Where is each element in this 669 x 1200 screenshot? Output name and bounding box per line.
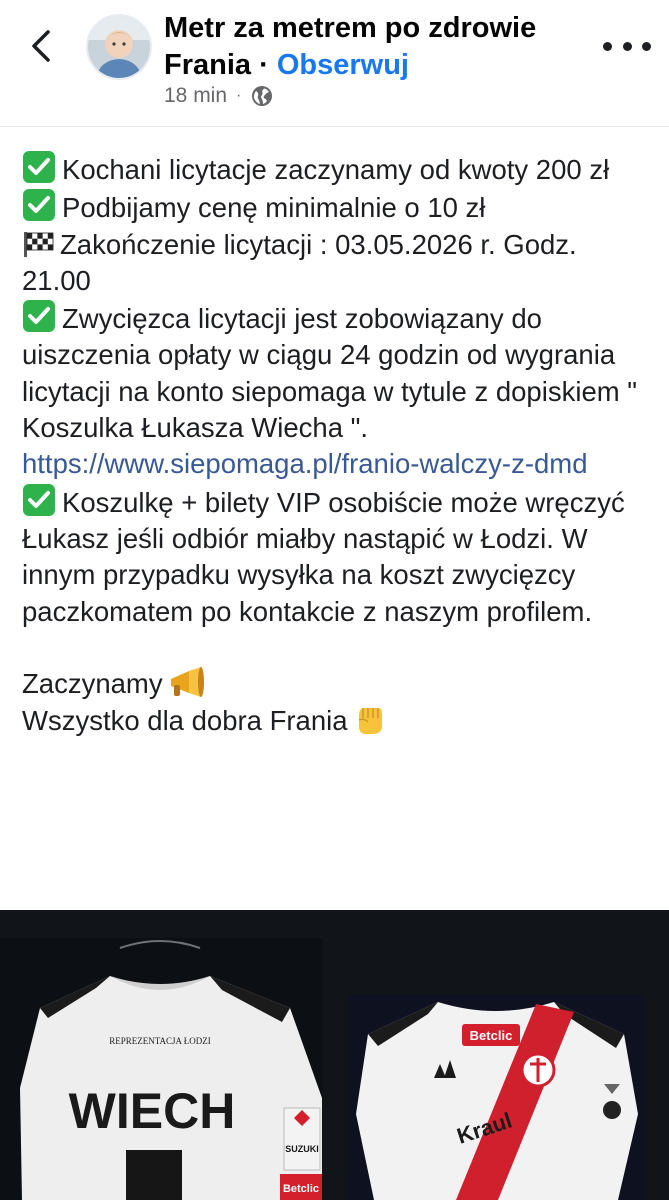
post-paragraph: Zwycięzca licytacji jest zobowiązany do … bbox=[22, 299, 652, 446]
name-separator: · bbox=[259, 49, 269, 81]
post-text: Kochani licytacje zaczynamy od kwoty 200… bbox=[22, 150, 652, 740]
photo-jersey-back[interactable]: REPREZENTACJA ŁODZI WIECH SUZUKI Betclic bbox=[0, 938, 322, 1200]
check-mark-emoji-icon bbox=[23, 151, 55, 183]
post-line-delivery: Koszulkę + bilety VIP osobiście może wrę… bbox=[22, 486, 625, 627]
checkered-flag-emoji-icon bbox=[24, 231, 54, 257]
post-paragraph: Zakończenie licytacji : 03.05.2026 r. Go… bbox=[22, 227, 652, 300]
post-time[interactable]: 18 min bbox=[164, 84, 227, 108]
post-meta: 18 min · bbox=[164, 84, 274, 108]
check-mark-emoji-icon bbox=[23, 300, 55, 333]
megaphone-emoji-icon bbox=[170, 667, 204, 698]
post-line-bid-increment: Podbijamy cenę minimalnie o 10 zł bbox=[62, 192, 486, 224]
more-dot-icon bbox=[622, 41, 632, 51]
photo-gallery: REPREZENTACJA ŁODZI WIECH SUZUKI Betclic… bbox=[0, 910, 669, 1200]
post-line-start: Zaczynamy bbox=[22, 668, 163, 700]
more-dot-icon bbox=[642, 41, 651, 51]
post-paragraph: Wszystko dla dobra Frania bbox=[22, 702, 652, 739]
avatar-photo bbox=[88, 16, 150, 78]
check-mark-emoji-icon bbox=[23, 483, 55, 516]
page-name-line: Metr za metrem po zdrowie Frania · Obser… bbox=[164, 10, 584, 84]
follow-button[interactable]: Obserwuj bbox=[277, 49, 409, 81]
post-paragraph: Koszulkę + bilety VIP osobiście może wrę… bbox=[22, 483, 652, 630]
siepomaga-link[interactable]: https://www.siepomaga.pl/franio-walczy-z… bbox=[22, 448, 587, 479]
jersey-player-name: WIECH bbox=[69, 1083, 236, 1139]
chevron-left-icon bbox=[32, 30, 50, 62]
post-paragraph: https://www.siepomaga.pl/franio-walczy-z… bbox=[22, 446, 652, 482]
post-paragraph: Kochani licytacje zaczynamy od kwoty 200… bbox=[22, 150, 652, 188]
post-line-start-price: Kochani licytacje zaczynamy od kwoty 200… bbox=[62, 154, 610, 185]
post-line-end-date: Zakończenie licytacji : 03.05.2026 r. Go… bbox=[22, 228, 577, 296]
jersey-back-image: REPREZENTACJA ŁODZI WIECH SUZUKI Betclic bbox=[0, 938, 322, 1200]
raised-fist-emoji-icon bbox=[358, 708, 382, 735]
check-mark-emoji-icon bbox=[23, 189, 55, 222]
jersey-caption-small: REPREZENTACJA ŁODZI bbox=[109, 1036, 211, 1046]
jersey-front-sponsor: Betclic bbox=[470, 1028, 513, 1043]
meta-separator: · bbox=[236, 87, 242, 104]
more-dot-icon bbox=[603, 41, 612, 51]
more-options-button[interactable] bbox=[603, 30, 651, 62]
post-paragraph: Podbijamy cenę minimalnie o 10 zł bbox=[22, 188, 652, 226]
back-button[interactable] bbox=[22, 24, 62, 68]
post-line-closing: Wszystko dla dobra Frania bbox=[22, 705, 348, 737]
globe-icon bbox=[252, 86, 273, 106]
post-line-payment: Zwycięzca licytacji jest zobowiązany do … bbox=[22, 303, 638, 444]
avatar[interactable] bbox=[86, 14, 152, 80]
jersey-sponsor-suzuki: SUZUKI bbox=[285, 1144, 319, 1154]
post-header: Metr za metrem po zdrowie Frania · Obser… bbox=[0, 0, 669, 127]
photo-jersey-front[interactable]: Betclic Kraul bbox=[348, 994, 644, 1200]
post-paragraph: Zaczynamy bbox=[22, 666, 652, 702]
jersey-front-image: Betclic Kraul bbox=[348, 994, 644, 1200]
jersey-sponsor-betclic: Betclic bbox=[283, 1183, 319, 1195]
